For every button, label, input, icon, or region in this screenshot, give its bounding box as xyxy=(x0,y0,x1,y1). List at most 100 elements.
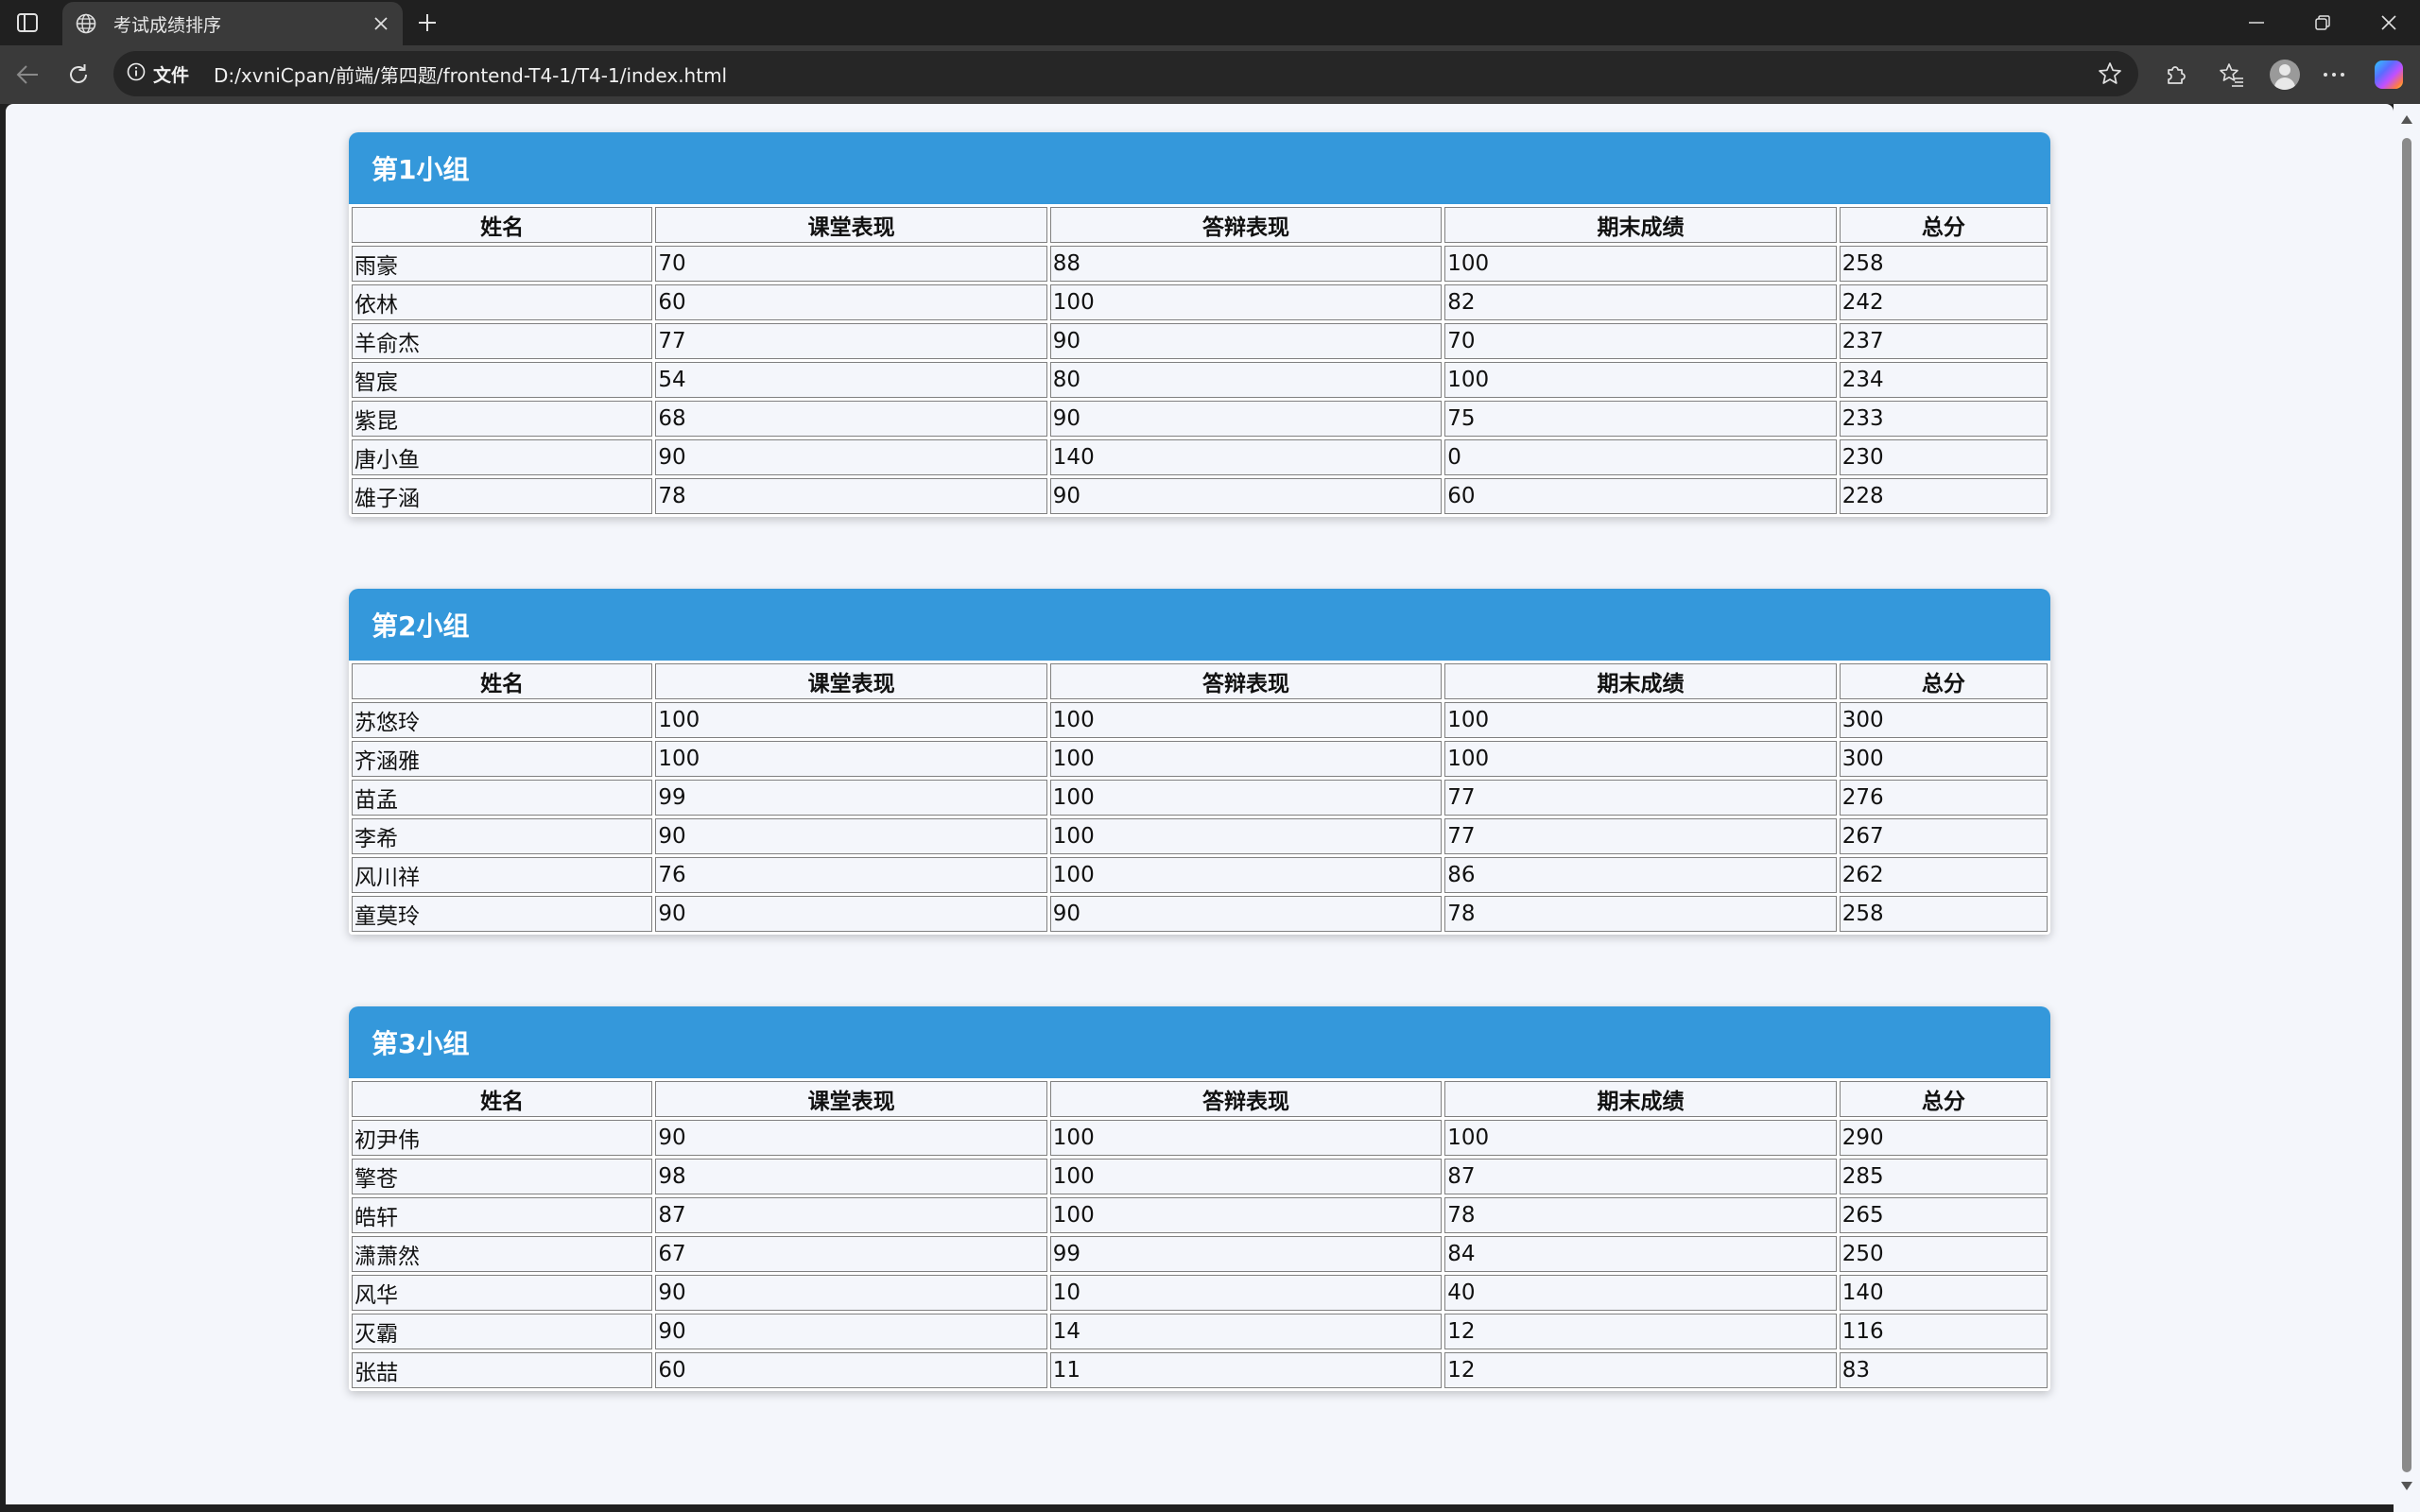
cell-total: 258 xyxy=(1839,246,2048,282)
cell-class-performance: 90 xyxy=(655,896,1047,932)
group-header: 第1小组 xyxy=(349,132,2050,204)
url-text[interactable]: D:/xvniCpan/前端/第四题/frontend-T4-1/T4-1/in… xyxy=(214,60,2091,88)
cell-debate-performance: 11 xyxy=(1049,1352,1443,1388)
table-row: 智宸 54 80 100 234 xyxy=(352,362,2048,398)
cell-debate-performance: 90 xyxy=(1049,323,1443,359)
table-row: 潇萧然 67 99 84 250 xyxy=(352,1236,2048,1272)
cell-total: 265 xyxy=(1839,1197,2048,1233)
cell-debate-performance: 80 xyxy=(1049,362,1443,398)
cell-total: 228 xyxy=(1839,478,2048,514)
cell-final-score: 100 xyxy=(1444,246,1837,282)
group-header: 第2小组 xyxy=(349,589,2050,661)
header-total: 总分 xyxy=(1839,207,2048,243)
address-bar[interactable]: 文件 D:/xvniCpan/前端/第四题/frontend-T4-1/T4-1… xyxy=(113,51,2138,96)
cell-debate-performance: 100 xyxy=(1049,741,1443,777)
scroll-down-arrow-icon[interactable] xyxy=(2401,1482,2412,1490)
table-row: 羊俞杰 77 90 70 237 xyxy=(352,323,2048,359)
table-row: 张喆 60 11 12 83 xyxy=(352,1352,2048,1388)
header-class-performance: 课堂表现 xyxy=(655,207,1047,243)
cell-class-performance: 78 xyxy=(655,478,1047,514)
close-tab-icon[interactable] xyxy=(367,9,395,38)
cell-name: 苏悠玲 xyxy=(352,702,653,738)
reload-icon[interactable] xyxy=(62,59,95,91)
cell-debate-performance: 100 xyxy=(1049,780,1443,816)
more-options-icon[interactable] xyxy=(2316,57,2352,93)
cell-name: 张喆 xyxy=(352,1352,653,1388)
cell-class-performance: 87 xyxy=(655,1197,1047,1233)
table-header-row: 姓名 课堂表现 答辩表现 期末成绩 总分 xyxy=(352,663,2048,699)
cell-name: 初尹伟 xyxy=(352,1120,653,1156)
scores-table: 姓名 课堂表现 答辩表现 期末成绩 总分 苏悠玲 100 100 100 300 齐涵雅 1… xyxy=(349,661,2050,935)
cell-final-score: 82 xyxy=(1444,284,1837,320)
table-header-row: 姓名 课堂表现 答辩表现 期末成绩 总分 xyxy=(352,1081,2048,1117)
restore-icon[interactable] xyxy=(2290,0,2356,45)
group-card-3: 第3小组 姓名 课堂表现 答辩表现 期末成绩 总分 初尹伟 90 100 100 290… xyxy=(349,1006,2050,1391)
cell-name: 李希 xyxy=(352,818,653,854)
extensions-icon[interactable] xyxy=(2157,57,2193,93)
cell-class-performance: 68 xyxy=(655,401,1047,437)
cell-name: 潇萧然 xyxy=(352,1236,653,1272)
table-row: 灭霸 90 14 12 116 xyxy=(352,1314,2048,1349)
cell-class-performance: 90 xyxy=(655,818,1047,854)
header-debate-performance: 答辩表现 xyxy=(1049,663,1443,699)
table-row: 齐涵雅 100 100 100 300 xyxy=(352,741,2048,777)
scrollbar-thumb[interactable] xyxy=(2402,138,2411,1472)
cell-name: 智宸 xyxy=(352,362,653,398)
header-final-score: 期末成绩 xyxy=(1444,663,1837,699)
cell-class-performance: 76 xyxy=(655,857,1047,893)
cell-final-score: 77 xyxy=(1444,780,1837,816)
cell-name: 紫昆 xyxy=(352,401,653,437)
cell-class-performance: 67 xyxy=(655,1236,1047,1272)
back-arrow-icon[interactable] xyxy=(11,59,43,91)
cell-total: 276 xyxy=(1839,780,2048,816)
table-row: 李希 90 100 77 267 xyxy=(352,818,2048,854)
scroll-up-arrow-icon[interactable] xyxy=(2401,115,2412,124)
cell-total: 237 xyxy=(1839,323,2048,359)
new-tab-icon[interactable] xyxy=(410,8,444,38)
cell-class-performance: 98 xyxy=(655,1159,1047,1194)
cell-class-performance: 77 xyxy=(655,323,1047,359)
favorites-icon[interactable] xyxy=(2214,57,2250,93)
header-class-performance: 课堂表现 xyxy=(655,663,1047,699)
cell-debate-performance: 140 xyxy=(1049,439,1443,475)
table-row: 擎苍 98 100 87 285 xyxy=(352,1159,2048,1194)
cell-name: 擎苍 xyxy=(352,1159,653,1194)
favorite-star-icon[interactable] xyxy=(2091,55,2129,93)
cell-class-performance: 90 xyxy=(655,439,1047,475)
minimize-icon[interactable] xyxy=(2223,0,2290,45)
cell-final-score: 100 xyxy=(1444,702,1837,738)
group-title: 第3小组 xyxy=(372,1028,470,1059)
cell-name: 羊俞杰 xyxy=(352,323,653,359)
table-row: 风华 90 10 40 140 xyxy=(352,1275,2048,1311)
browser-titlebar: 考试成绩排序 xyxy=(0,0,2420,45)
cell-total: 300 xyxy=(1839,702,2048,738)
cell-class-performance: 60 xyxy=(655,284,1047,320)
cell-total: 258 xyxy=(1839,896,2048,932)
cell-final-score: 12 xyxy=(1444,1352,1837,1388)
tab-actions-icon[interactable] xyxy=(13,9,42,36)
cell-final-score: 84 xyxy=(1444,1236,1837,1272)
table-row: 皓轩 87 100 78 265 xyxy=(352,1197,2048,1233)
cell-debate-performance: 90 xyxy=(1049,896,1443,932)
browser-tab-active[interactable]: 考试成绩排序 xyxy=(62,2,403,45)
table-row: 雨豪 70 88 100 258 xyxy=(352,246,2048,282)
cell-name: 齐涵雅 xyxy=(352,741,653,777)
copilot-icon[interactable] xyxy=(2371,57,2407,93)
cell-total: 116 xyxy=(1839,1314,2048,1349)
close-window-icon[interactable] xyxy=(2356,0,2420,45)
cell-total: 290 xyxy=(1839,1120,2048,1156)
table-row: 童莫玲 90 90 78 258 xyxy=(352,896,2048,932)
cell-total: 300 xyxy=(1839,741,2048,777)
cell-name: 依林 xyxy=(352,284,653,320)
cell-debate-performance: 90 xyxy=(1049,401,1443,437)
cell-debate-performance: 14 xyxy=(1049,1314,1443,1349)
cell-final-score: 100 xyxy=(1444,741,1837,777)
cell-final-score: 40 xyxy=(1444,1275,1837,1311)
cell-class-performance: 60 xyxy=(655,1352,1047,1388)
profile-avatar[interactable] xyxy=(2267,57,2303,93)
cell-final-score: 12 xyxy=(1444,1314,1837,1349)
site-info-button[interactable]: 文件 xyxy=(127,61,189,87)
vertical-scrollbar[interactable] xyxy=(2394,104,2420,1512)
table-row: 雄子涵 78 90 60 228 xyxy=(352,478,2048,514)
cell-final-score: 75 xyxy=(1444,401,1837,437)
